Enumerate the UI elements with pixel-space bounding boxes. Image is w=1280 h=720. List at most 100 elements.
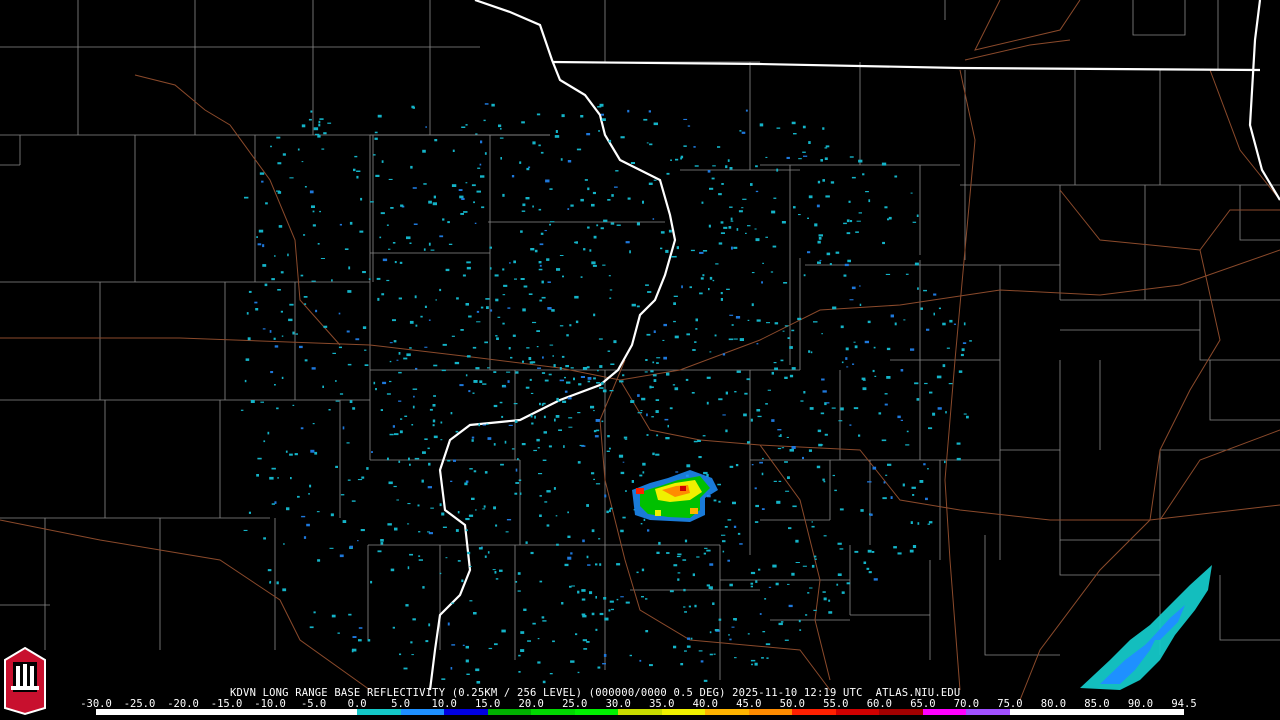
echo-pixel xyxy=(346,442,350,444)
echo-pixel xyxy=(289,453,293,456)
echo-pixel xyxy=(479,380,483,383)
echo-pixel xyxy=(389,380,392,383)
echo-pixel xyxy=(735,619,737,621)
echo-pixel xyxy=(392,626,395,629)
echo-pixel xyxy=(450,412,453,415)
echo-pixel xyxy=(522,203,526,207)
echo-pixel xyxy=(587,226,590,229)
echo-pixel xyxy=(873,346,876,349)
echo-pixel xyxy=(399,430,403,434)
echo-pixel xyxy=(718,193,722,196)
echo-pixel xyxy=(390,568,395,572)
echo-pixel xyxy=(809,587,813,589)
echo-pixel xyxy=(616,224,621,226)
echo-pixel xyxy=(702,435,706,437)
echo-pixel xyxy=(465,374,468,377)
echo-pixel xyxy=(653,122,658,126)
echo-pixel xyxy=(424,438,428,440)
echo-pixel xyxy=(411,654,414,656)
echo-pixel xyxy=(717,146,721,148)
echo-pixel xyxy=(381,160,384,163)
echo-pixel xyxy=(714,334,717,337)
echo-pixel xyxy=(465,124,468,126)
colorbar-segment xyxy=(879,709,923,715)
echo-pixel xyxy=(828,611,833,614)
echo-pixel xyxy=(464,482,468,486)
echo-pixel xyxy=(405,604,409,607)
echo-pixel xyxy=(843,222,847,225)
echo-pixel xyxy=(755,504,759,508)
echo-pixel xyxy=(473,201,475,204)
echo-pixel xyxy=(319,210,321,213)
echo-pixel xyxy=(515,482,519,484)
echo-pixel xyxy=(858,434,861,437)
echo-pixel xyxy=(359,230,364,233)
echo-pixel xyxy=(697,439,701,442)
echo-pixel xyxy=(442,218,445,221)
echo-pixel xyxy=(936,375,942,379)
echo-pixel xyxy=(375,174,380,177)
echo-pixel xyxy=(608,275,611,277)
echo-pixel xyxy=(480,140,483,144)
echo-pixel xyxy=(817,240,821,244)
echo-pixel xyxy=(788,527,792,530)
echo-pixel xyxy=(609,289,613,291)
echo-pixel xyxy=(808,350,811,353)
echo-pixel xyxy=(737,532,741,535)
echo-pixel xyxy=(720,298,723,301)
echo-pixel xyxy=(729,314,734,316)
echo-pixel xyxy=(367,639,371,642)
echo-pixel xyxy=(944,460,946,464)
echo-pixel xyxy=(423,248,426,251)
echo-pixel xyxy=(321,148,325,150)
echo-pixel xyxy=(832,474,835,477)
echo-pixel xyxy=(666,372,670,376)
echo-pixel xyxy=(712,165,716,167)
echo-pixel xyxy=(803,155,808,157)
echo-pixel xyxy=(817,180,821,184)
echo-pixel xyxy=(587,377,592,380)
echo-pixel xyxy=(447,221,450,224)
echo-pixel xyxy=(482,383,487,385)
echo-pixel xyxy=(669,590,674,593)
echo-pixel xyxy=(351,649,354,653)
echo-pixel xyxy=(462,274,466,277)
echo-pixel xyxy=(247,337,251,341)
echo-pixel xyxy=(374,137,378,140)
echo-pixel xyxy=(468,390,471,393)
echo-pixel xyxy=(823,480,826,483)
echo-pixel xyxy=(673,564,678,567)
echo-pixel xyxy=(486,306,489,309)
echo-pixel xyxy=(520,278,525,280)
echo-pixel xyxy=(389,433,394,436)
echo-pixel xyxy=(433,364,438,367)
echo-pixel xyxy=(851,286,856,290)
echo-pixel xyxy=(602,389,607,393)
echo-pixel xyxy=(427,531,430,533)
echo-pixel xyxy=(286,507,290,511)
echo-pixel xyxy=(355,338,360,341)
echo-pixel xyxy=(751,303,754,307)
echo-pixel xyxy=(484,152,487,155)
echo-pixel xyxy=(544,379,549,382)
echo-pixel xyxy=(816,204,820,208)
echo-pixel xyxy=(598,338,603,340)
echo-pixel xyxy=(377,114,382,118)
echo-pixel xyxy=(817,261,821,264)
echo-pixel xyxy=(262,328,266,330)
echo-pixel xyxy=(311,367,316,370)
echo-pixel xyxy=(587,187,590,191)
echo-pixel xyxy=(956,457,961,461)
echo-pixel xyxy=(881,162,887,166)
echo-pixel xyxy=(817,429,822,433)
echo-pixel xyxy=(581,598,586,601)
echo-pixel xyxy=(586,366,590,369)
echo-pixel xyxy=(577,671,580,674)
echo-pixel xyxy=(728,226,732,229)
echo-pixel xyxy=(658,541,661,545)
echo-pixel xyxy=(495,578,499,580)
echo-pixel xyxy=(656,357,661,359)
echo-pixel xyxy=(713,653,716,655)
echo-pixel xyxy=(750,659,756,662)
echo-pixel xyxy=(680,663,684,666)
